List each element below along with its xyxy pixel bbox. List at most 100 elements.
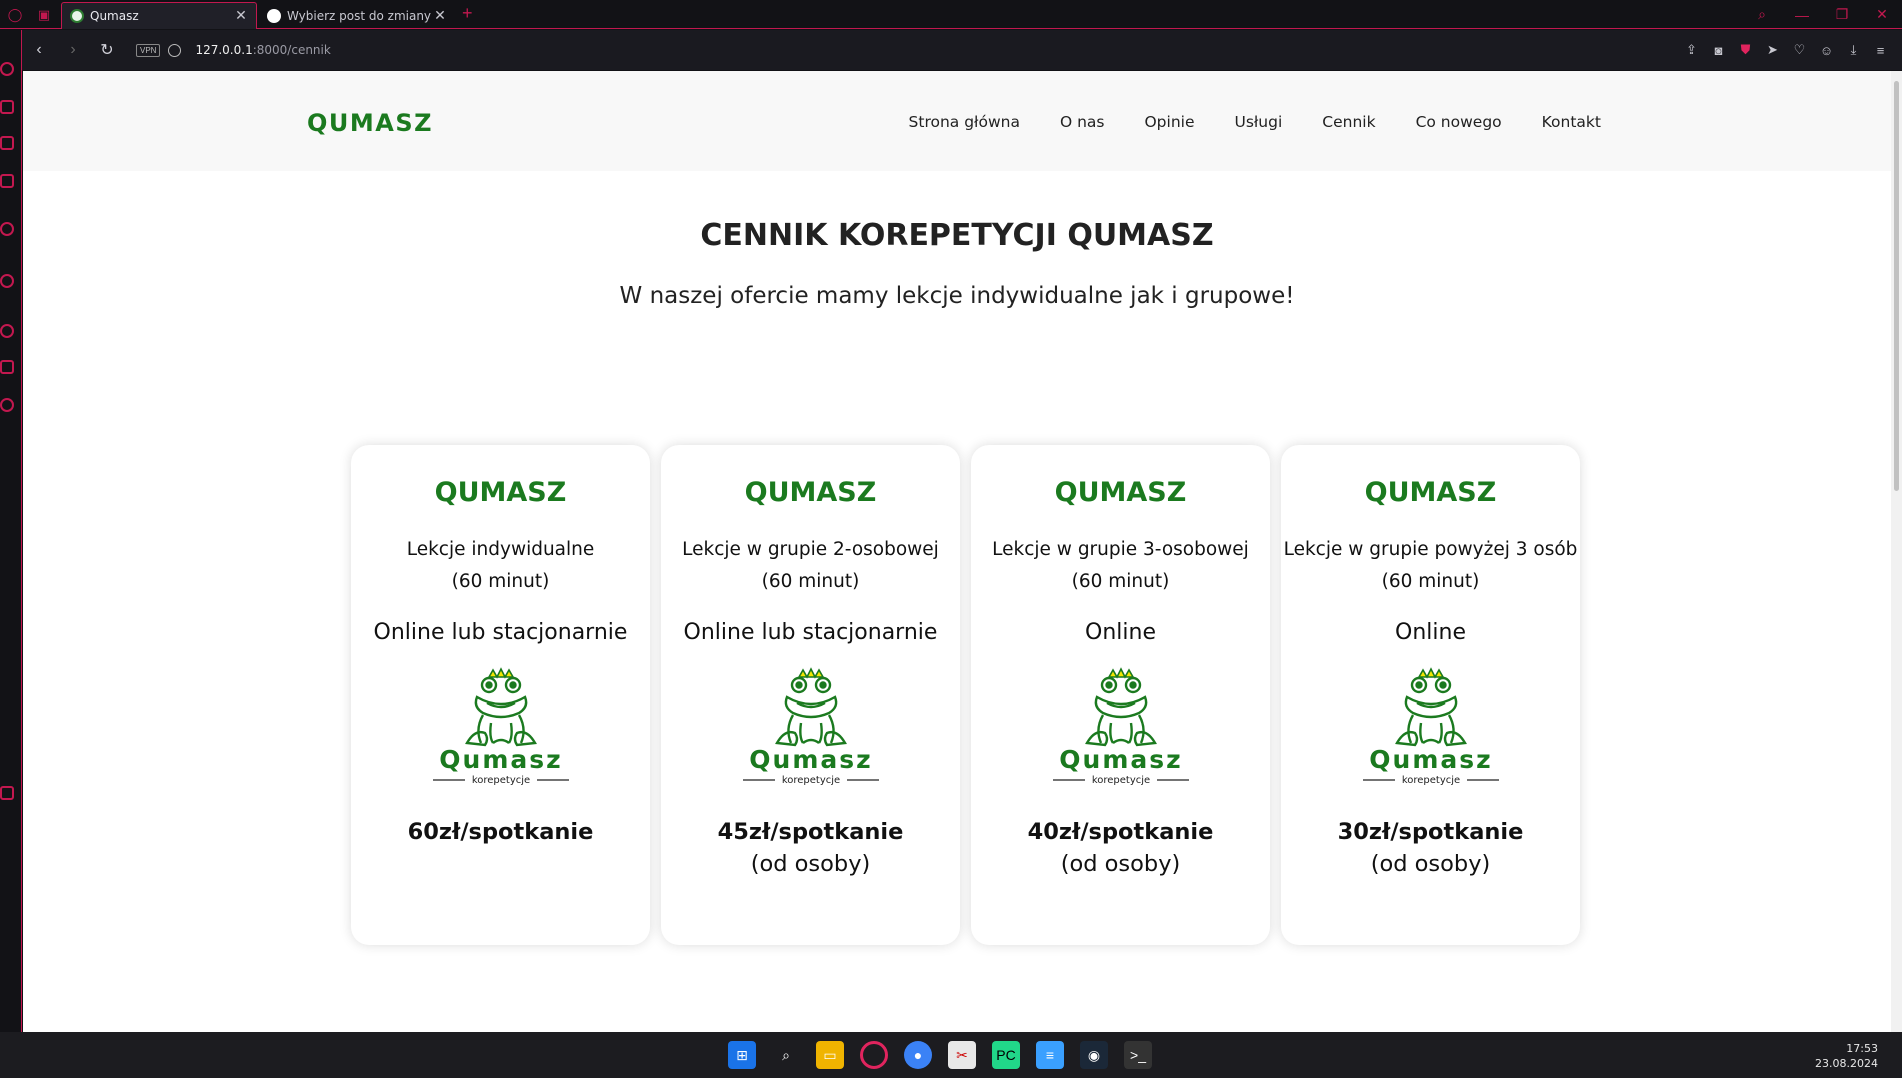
forward-icon[interactable]: ›: [56, 41, 90, 59]
close-tab-icon[interactable]: ✕: [234, 8, 248, 24]
page-title: CENNIK KOREPETYCJI QUMASZ: [700, 218, 1214, 253]
url-host: 127.0.0.1: [195, 43, 253, 57]
tab-search-icon[interactable]: ⌕: [1742, 6, 1782, 23]
site-logo[interactable]: QUMASZ: [307, 109, 433, 137]
tab-title: Qumasz: [90, 9, 139, 23]
opera-menu-icon[interactable]: ◯: [8, 7, 23, 23]
nav-services[interactable]: Usługi: [1234, 113, 1282, 131]
nav-pricing[interactable]: Cennik: [1322, 113, 1375, 131]
messenger-icon[interactable]: [0, 274, 14, 288]
pricing-card-group-2: QUMASZ Lekcje w grupie 2-osobowej (60 min…: [661, 445, 960, 945]
logo-tagline: korepetycje: [471, 775, 529, 785]
card-title: QUMASZ: [434, 477, 567, 508]
scrollbar-thumb[interactable]: [1894, 81, 1899, 491]
url-field[interactable]: 127.0.0.1:8000/cennik: [195, 43, 330, 57]
snipping-tool-icon[interactable]: ✂: [948, 1041, 976, 1069]
card-mode: Online lub stacjonarnie: [373, 620, 628, 645]
nav-contact[interactable]: Kontakt: [1542, 113, 1601, 131]
browser-tab-bar: ◯ ▣ Qumasz ✕ Wybierz post do zmiany | A …: [0, 0, 1902, 29]
profile-icon[interactable]: ☺: [1813, 43, 1840, 58]
pycharm-icon[interactable]: PC: [992, 1041, 1020, 1069]
logo-word: Qumasz: [1059, 745, 1182, 774]
pin-icon[interactable]: [0, 222, 14, 236]
taskbar-apps: ⊞ ⌕ ▭ ● ✂ PC ≡ ◉ >_: [728, 1041, 1152, 1069]
pricing-cards: QUMASZ Lekcje indywidualne (60 minut) Onl…: [351, 445, 1580, 945]
notepad-icon[interactable]: ≡: [1036, 1041, 1064, 1069]
card-type-text: Lekcje w grupie powyżej 3 osób: [1283, 539, 1578, 560]
nav-news[interactable]: Co nowego: [1416, 113, 1502, 131]
history-icon[interactable]: [0, 324, 14, 338]
page-scrollbar[interactable]: [1891, 71, 1902, 1032]
card-mode: Online: [1085, 620, 1156, 645]
calendar-icon[interactable]: [0, 100, 14, 114]
card-price: 30zł/spotkanie: [1337, 819, 1524, 845]
card-type-text: Lekcje indywidualne: [406, 539, 595, 560]
close-tab-icon[interactable]: ✕: [433, 8, 447, 24]
download-icon[interactable]: ⤓: [1840, 42, 1867, 58]
card-title: QUMASZ: [1054, 477, 1187, 508]
logo-word: Qumasz: [439, 745, 562, 774]
tab-qumasz[interactable]: Qumasz ✕: [61, 2, 257, 29]
card-type-text: Lekcje w grupie 3-osobowej: [992, 539, 1249, 560]
card-price: 60zł/spotkanie: [407, 819, 594, 845]
page-subtitle: W naszej ofercie mamy lekcje indywidualn…: [619, 283, 1295, 309]
card-per-person: (od osoby): [750, 851, 871, 877]
speed-dial-icon[interactable]: [0, 62, 14, 76]
new-tab-icon[interactable]: +: [462, 3, 473, 24]
heart-icon[interactable]: ♡: [1786, 42, 1813, 58]
vpn-badge[interactable]: VPN: [136, 43, 161, 57]
logo-tagline: korepetycje: [1401, 775, 1459, 785]
address-bar-actions: ⇪ ◙ ⛊ ➤ ♡ ☺ ⤓ ≡: [1678, 30, 1894, 70]
browser-sidebar-toggle[interactable]: ◯ ▣: [0, 0, 58, 29]
notes-icon[interactable]: [0, 174, 14, 188]
snapshot-icon[interactable]: ◙: [1705, 43, 1732, 58]
taskbar-search-icon[interactable]: ⌕: [772, 1041, 800, 1069]
file-explorer-icon[interactable]: ▭: [816, 1041, 844, 1069]
window-controls: ⌕ — ❐ ✕: [1742, 0, 1902, 29]
web-page: QUMASZ Strona główna O nas Opinie Usługi…: [23, 71, 1891, 1032]
easy-setup-icon[interactable]: [0, 786, 14, 800]
back-icon[interactable]: ‹: [22, 41, 56, 59]
windows-start-icon[interactable]: ⊞: [728, 1041, 756, 1069]
reload-icon[interactable]: ↻: [90, 40, 124, 60]
card-duration: (60 minut): [1381, 571, 1480, 592]
twitch-icon[interactable]: [0, 136, 14, 150]
settings-icon[interactable]: [0, 398, 14, 412]
nav-about[interactable]: O nas: [1060, 113, 1105, 131]
logo-tagline: korepetycje: [1091, 775, 1149, 785]
card-mode: Online: [1395, 620, 1466, 645]
card-title: QUMASZ: [744, 477, 877, 508]
restore-icon[interactable]: ❐: [1822, 6, 1862, 23]
gamepad-icon[interactable]: ▣: [38, 7, 50, 23]
browser-sidebar: [0, 30, 22, 1032]
opera-icon[interactable]: [860, 1041, 888, 1069]
card-title: QUMASZ: [1364, 477, 1497, 508]
nav-home[interactable]: Strona główna: [909, 113, 1020, 131]
card-per-person: (od osoby): [1060, 851, 1181, 877]
card-price: 40zł/spotkanie: [1027, 819, 1214, 845]
extensions-icon[interactable]: [0, 360, 14, 374]
share-icon[interactable]: ⇪: [1678, 42, 1705, 58]
terminal-icon[interactable]: >_: [1124, 1041, 1152, 1069]
send-icon[interactable]: ➤: [1759, 42, 1786, 58]
url-path: :8000/cennik: [252, 43, 331, 57]
nav-reviews[interactable]: Opinie: [1144, 113, 1194, 131]
tab-admin[interactable]: Wybierz post do zmiany | A ✕: [259, 2, 455, 29]
steam-icon[interactable]: ◉: [1080, 1041, 1108, 1069]
adblock-shield-icon[interactable]: ⛊: [1732, 42, 1759, 58]
logo-tagline: korepetycje: [781, 775, 839, 785]
card-lesson-type: Lekcje w grupie 3-osobowej (60 minut): [971, 534, 1270, 598]
card-duration: (60 minut): [451, 571, 550, 592]
qumasz-favicon: [70, 9, 84, 23]
menu-icon[interactable]: ≡: [1867, 43, 1894, 58]
app-icon[interactable]: ●: [904, 1041, 932, 1069]
card-lesson-type: Lekcje w grupie powyżej 3 osób (60 minut): [1281, 534, 1580, 598]
globe-favicon: [267, 8, 281, 23]
site-info-icon[interactable]: [168, 43, 182, 57]
site-header: QUMASZ Strona główna O nas Opinie Usługi…: [23, 71, 1891, 171]
frog-logo-icon: Qumasz korepetycje: [1362, 667, 1499, 786]
close-window-icon[interactable]: ✕: [1862, 6, 1902, 23]
minimize-icon[interactable]: —: [1782, 7, 1822, 23]
logo-word: Qumasz: [749, 745, 872, 774]
taskbar-clock[interactable]: 17:53 23.08.2024: [1815, 1041, 1878, 1071]
